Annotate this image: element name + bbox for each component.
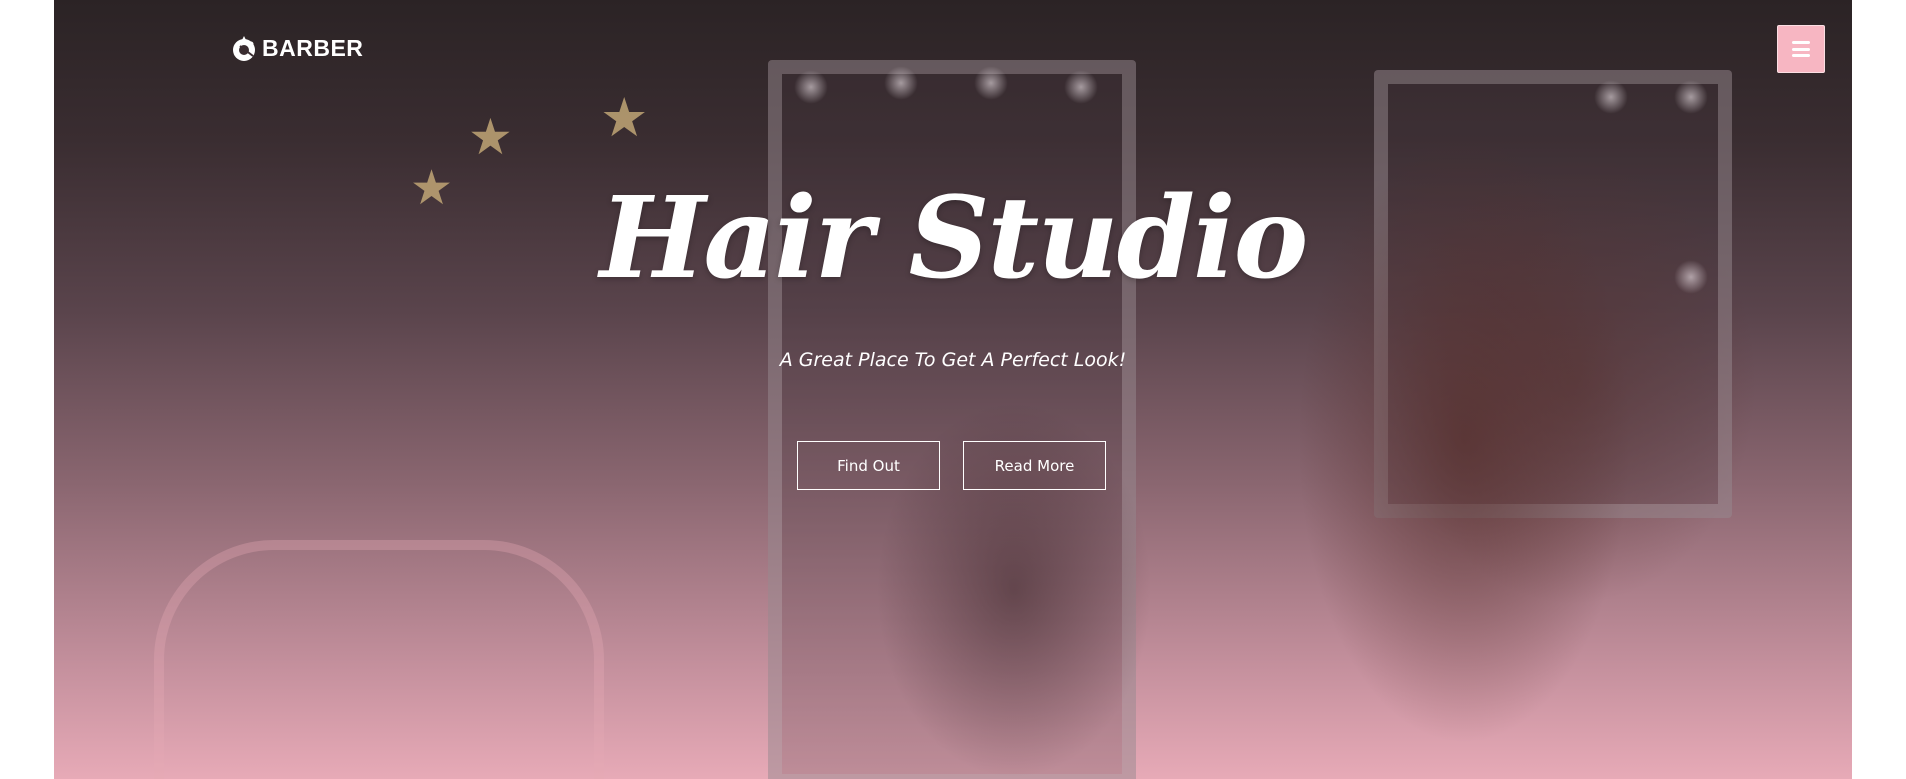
hero-background-image: ★ ★ ★	[54, 0, 1852, 779]
menu-button[interactable]	[1777, 25, 1825, 73]
barber-scissors-logo-icon	[233, 36, 255, 61]
mirror-bulb	[794, 70, 828, 104]
find-out-button[interactable]: Find Out	[797, 441, 940, 490]
star-decoration-icon: ★	[600, 86, 649, 149]
hero-subtitle: A Great Place To Get A Perfect Look!	[779, 349, 1127, 371]
page: ★ ★ ★ BARBER Hair Studio A Great Place T…	[0, 0, 1906, 779]
salon-chair	[154, 540, 604, 779]
hero-title: Hair Studio	[599, 173, 1309, 304]
mirror-bulb	[884, 66, 918, 100]
brand-name: BARBER	[262, 34, 364, 61]
star-decoration-icon: ★	[468, 108, 513, 166]
mirror-bulb	[974, 66, 1008, 100]
brand-logo[interactable]: BARBER	[231, 34, 363, 62]
read-more-button[interactable]: Read More	[963, 441, 1106, 490]
stylist-silhouette	[1074, 0, 1774, 779]
hamburger-menu-icon	[1792, 41, 1810, 57]
